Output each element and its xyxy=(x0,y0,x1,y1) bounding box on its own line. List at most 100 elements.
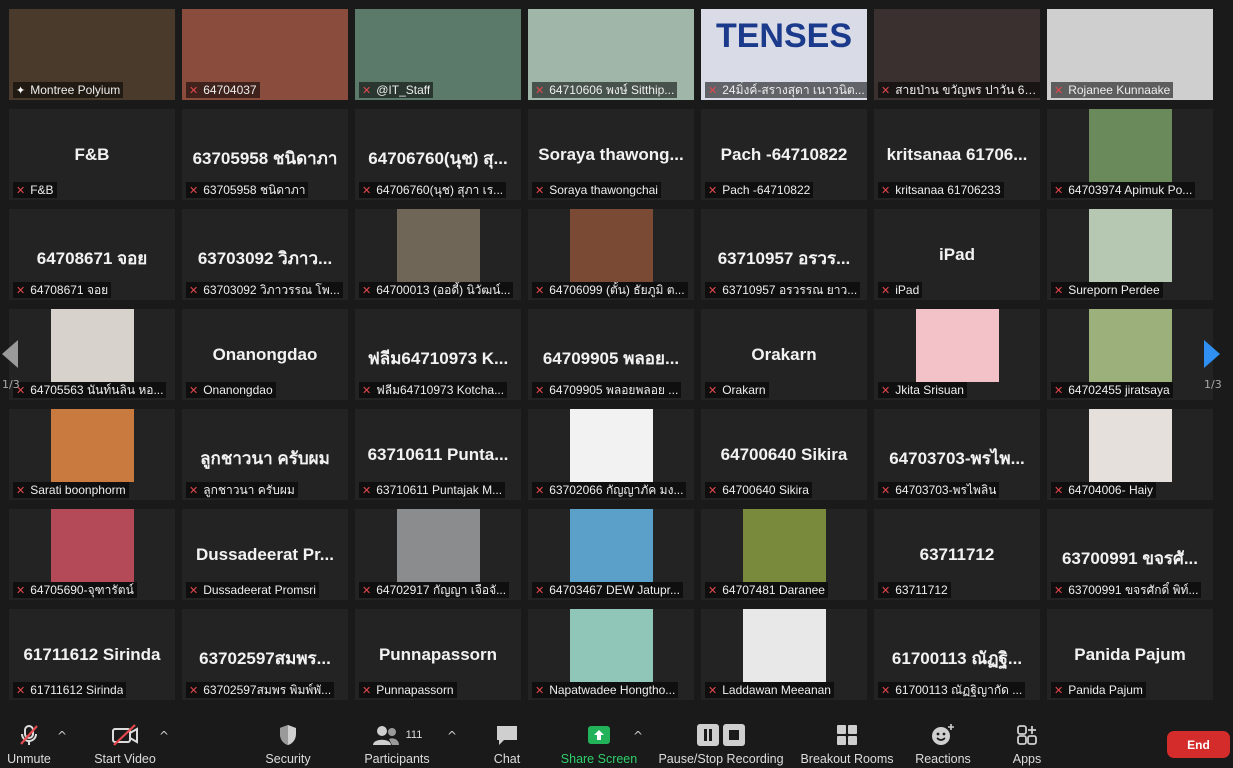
participant-tile[interactable]: ✦ Montree Polyium xyxy=(9,9,175,100)
video-options-caret[interactable]: ^ xyxy=(159,729,169,743)
participant-tile[interactable]: 63705958 ชนิดาภา ✕ 63705958 ชนิดาภา xyxy=(182,109,348,200)
muted-mic-icon: ✕ xyxy=(189,84,199,97)
participant-tile[interactable]: ✕ Sureporn Perdee xyxy=(1047,209,1213,300)
participant-tile[interactable]: 63703092 วิภาว... ✕ 63703092 วิภาวรรณ โพ..… xyxy=(182,209,348,300)
participant-display-name: 64703703-พรไพ... xyxy=(889,449,1025,468)
audio-options-caret[interactable]: ^ xyxy=(57,729,67,743)
participant-tile[interactable]: ✕ 64703974 Apimuk Po... xyxy=(1047,109,1213,200)
participant-tile[interactable]: Soraya thawong... ✕ Soraya thawongchai xyxy=(528,109,694,200)
participant-tile[interactable]: 64709905 พลอย... ✕ 64709905 พลอยพลอย ... xyxy=(528,309,694,400)
participant-tile[interactable]: Dussadeerat Pr... ✕ Dussadeerat Promsri xyxy=(182,509,348,600)
participant-name-label: ✕ Soraya thawongchai xyxy=(532,182,661,198)
share-screen-button[interactable]: Share Screen xyxy=(558,713,640,768)
participant-display-name: 64700640 Sikira xyxy=(720,445,848,464)
participant-tile[interactable]: 64706760(นุช) สุ... ✕ 64706760(นุช) สุภา เ… xyxy=(355,109,521,200)
participant-name: Panida Pajum xyxy=(1068,683,1143,697)
start-video-button[interactable]: Start Video xyxy=(90,713,160,768)
participant-tile[interactable]: Punnapassorn ✕ Punnapassorn xyxy=(355,609,521,700)
participant-name: @IT_Staff xyxy=(376,83,431,97)
participant-tile[interactable]: 63700991 ขจรศั... ✕ 63700991 ขจรศักดิ์ พิท… xyxy=(1047,509,1213,600)
muted-mic-icon: ✕ xyxy=(16,284,26,297)
participant-tile[interactable]: Panida Pajum ✕ Panida Pajum xyxy=(1047,609,1213,700)
participant-tile[interactable]: ✕ @IT_Staff xyxy=(355,9,521,100)
participant-tile[interactable]: ✕ Laddawan Meeanan xyxy=(701,609,867,700)
participant-name: ฟลีม64710973 Kotcha... xyxy=(376,382,505,397)
muted-mic-icon: ✕ xyxy=(881,584,891,597)
participant-tile[interactable]: ✕ 64705690-จุฑารัตน์ xyxy=(9,509,175,600)
participant-tile[interactable]: ✕ 64702455 jiratsaya xyxy=(1047,309,1213,400)
participant-tile[interactable]: ✕ 64704037 xyxy=(182,9,348,100)
participant-tile[interactable]: Pach -64710822 ✕ Pach -64710822 xyxy=(701,109,867,200)
participants-button[interactable]: 111 Participants xyxy=(362,713,432,768)
previous-page-button[interactable]: 1/3 xyxy=(2,340,20,391)
participant-tile[interactable]: ✕ Sarati boonphorm xyxy=(9,409,175,500)
participant-tile[interactable]: 63702597สมพร... ✕ 63702597สมพร พิมพ์พั... xyxy=(182,609,348,700)
participant-tile[interactable]: 64703703-พรไพ... ✕ 64703703-พรไพลิน xyxy=(874,409,1040,500)
participants-count: 111 xyxy=(405,729,423,741)
chat-button[interactable]: Chat xyxy=(487,713,527,768)
muted-mic-icon: ✕ xyxy=(535,484,545,497)
participant-display-name: Soraya thawong... xyxy=(538,145,684,164)
participant-tile[interactable]: 63710611 Punta... ✕ 63710611 Puntajak M... xyxy=(355,409,521,500)
participant-tile[interactable]: ✕ 64704006- Haiy xyxy=(1047,409,1213,500)
reactions-button[interactable]: Reactions xyxy=(912,713,974,768)
participant-tile[interactable]: Orakarn ✕ Orakarn xyxy=(701,309,867,400)
participant-tile[interactable]: 61700113 ณัฏฐิ... ✕ 61700113 ณัฏฐิญากัด ..… xyxy=(874,609,1040,700)
participant-name-label: ✕ @IT_Staff xyxy=(359,82,434,98)
participant-tile[interactable]: ✕ 64702917 กัญญา เจือจั... xyxy=(355,509,521,600)
participant-tile[interactable]: ✕ 64707481 Daranee xyxy=(701,509,867,600)
participant-tile[interactable]: 64700640 Sikira ✕ 64700640 Sikira xyxy=(701,409,867,500)
participant-tile[interactable]: F&B ✕ F&B xyxy=(9,109,175,200)
participant-tile[interactable]: ✕ Napatwadee Hongtho... xyxy=(528,609,694,700)
chevron-left-icon xyxy=(2,340,18,368)
participant-name-label: ✕ 61711612 Sirinda xyxy=(13,682,127,698)
participant-tile[interactable]: ลูกชาวนา ครับผม ✕ ลูกชาวนา ครับผม xyxy=(182,409,348,500)
participant-name-label: ✕ 64700640 Sikira xyxy=(705,482,812,498)
participants-options-caret[interactable]: ^ xyxy=(447,729,457,743)
participant-tile[interactable]: kritsanaa 61706... ✕ kritsanaa 61706233 xyxy=(874,109,1040,200)
end-meeting-button[interactable]: End xyxy=(1167,731,1230,758)
participant-display-name: F&B xyxy=(74,145,110,164)
participant-tile[interactable]: 61711612 Sirinda ✕ 61711612 Sirinda xyxy=(9,609,175,700)
participant-tile[interactable]: ✕ 64703467 DEW Jatupr... xyxy=(528,509,694,600)
unmute-label: Unmute xyxy=(7,752,51,766)
participant-tile[interactable]: iPad ✕ iPad xyxy=(874,209,1040,300)
participant-tile[interactable]: ✕ 63702066 กัญญาภัค มง... xyxy=(528,409,694,500)
profile-picture xyxy=(1089,309,1172,382)
participant-tile[interactable]: 64708671 จอย ✕ 64708671 จอย xyxy=(9,209,175,300)
unmute-button[interactable]: Unmute xyxy=(4,713,54,768)
participant-name: Montree Polyium xyxy=(30,83,121,97)
participant-name-label: ✕ 64708671 จอย xyxy=(13,282,112,298)
participant-tile[interactable]: ✕ 64706099 (ตั้น) ธัยภูมิ ต... xyxy=(528,209,694,300)
security-button[interactable]: Security xyxy=(262,713,314,768)
participant-tile[interactable]: TENSES ✕ 24มิ่งค์-สรางสุดา เนาวนิต... xyxy=(701,9,867,100)
participant-tile[interactable]: ✕ 64700013 (ออดี้) นิวัฒน์... xyxy=(355,209,521,300)
participant-name-label: ✕ สายป่าน ขวัญพร ปาวัน 64... xyxy=(878,82,1040,98)
participant-display-name: 63710611 Punta... xyxy=(367,445,509,464)
participant-tile[interactable]: ✕ Rojanee Kunnaake xyxy=(1047,9,1213,100)
muted-mic-icon: ✕ xyxy=(362,184,372,197)
participant-name: Sureporn Perdee xyxy=(1068,283,1160,297)
recording-button[interactable]: Pause/Stop Recording xyxy=(656,713,786,768)
participant-tile[interactable]: ✕ สายป่าน ขวัญพร ปาวัน 64... xyxy=(874,9,1040,100)
participant-tile[interactable]: ฟลีม64710973 K... ✕ ฟลีม64710973 Kotcha... xyxy=(355,309,521,400)
muted-mic-icon: ✕ xyxy=(1054,184,1064,197)
muted-mic-icon: ✕ xyxy=(881,284,891,297)
participant-name-label: ✕ Punnapassorn xyxy=(359,682,457,698)
participant-tile[interactable]: ✕ Jkita Srisuan xyxy=(874,309,1040,400)
participant-tile[interactable]: ✕ 64705563 นันท์นลิน หอ... xyxy=(9,309,175,400)
participant-name: 64708671 จอย xyxy=(30,282,109,297)
breakout-rooms-label: Breakout Rooms xyxy=(800,752,894,766)
apps-button[interactable]: Apps xyxy=(1006,713,1048,768)
participant-tile[interactable]: Onanongdao ✕ Onanongdao xyxy=(182,309,348,400)
profile-picture xyxy=(51,509,134,582)
participant-name-label: ✕ 64702455 jiratsaya xyxy=(1051,382,1173,398)
muted-mic-icon: ✕ xyxy=(535,384,545,397)
share-options-caret[interactable]: ^ xyxy=(633,729,643,743)
muted-mic-icon: ✕ xyxy=(1054,84,1064,97)
breakout-rooms-button[interactable]: Breakout Rooms xyxy=(798,713,896,768)
next-page-button[interactable]: 1/3 xyxy=(1204,340,1222,391)
participant-tile[interactable]: 63710957 อรวร... ✕ 63710957 อรวรรณ ยาว... xyxy=(701,209,867,300)
participant-tile[interactable]: 63711712 ✕ 63711712 xyxy=(874,509,1040,600)
participant-tile[interactable]: ✕ 64710606 พงษ์ Sitthip... xyxy=(528,9,694,100)
